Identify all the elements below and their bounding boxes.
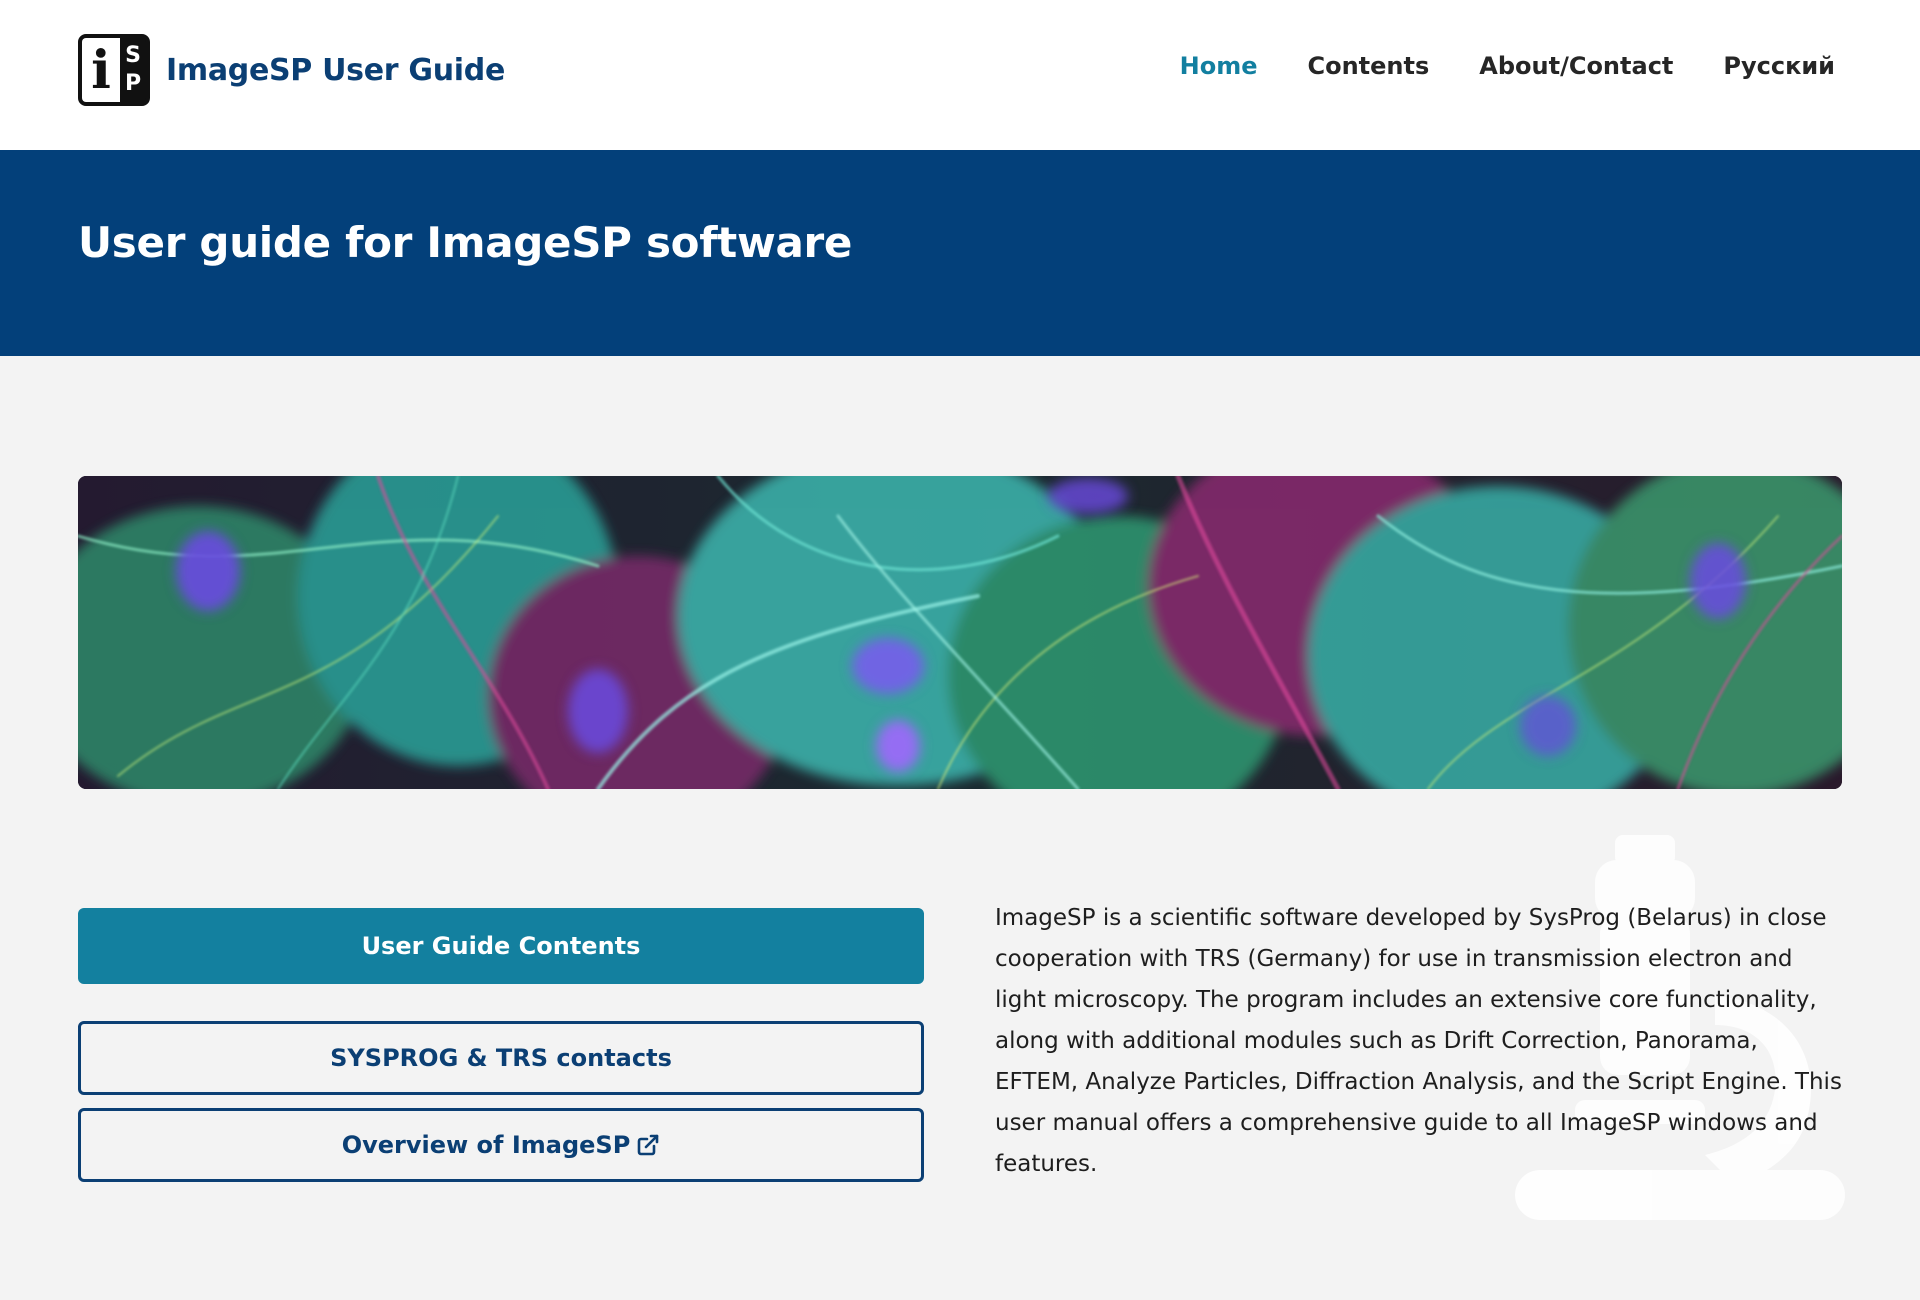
sysprog-trs-contacts-button[interactable]: SYSPROG & TRS contacts bbox=[78, 1021, 924, 1095]
user-guide-contents-label: User Guide Contents bbox=[361, 932, 641, 960]
logo-letter-i: i bbox=[82, 38, 120, 102]
imagesp-description: ImageSP is a scientific software develop… bbox=[995, 905, 1842, 1177]
title-banner: User guide for ImageSP software bbox=[0, 150, 1920, 356]
external-link-icon bbox=[636, 1133, 660, 1157]
main-nav: Home Contents About/Contact Русский bbox=[1180, 52, 1835, 80]
hero-artwork bbox=[78, 476, 1842, 789]
site-header: i S P ImageSP User Guide Home Contents A… bbox=[0, 0, 1920, 150]
hero-microscopy-image bbox=[78, 476, 1842, 789]
logo-letter-s: S bbox=[125, 43, 141, 68]
nav-russian[interactable]: Русский bbox=[1723, 52, 1835, 80]
isp-logo: i S P bbox=[78, 34, 150, 106]
overview-imagesp-button[interactable]: Overview of ImageSP bbox=[78, 1108, 924, 1182]
overview-imagesp-label: Overview of ImageSP bbox=[341, 1131, 631, 1159]
user-guide-contents-button[interactable]: User Guide Contents bbox=[78, 908, 924, 984]
nav-contents[interactable]: Contents bbox=[1307, 52, 1429, 80]
sysprog-trs-contacts-label: SYSPROG & TRS contacts bbox=[330, 1044, 672, 1072]
page-title: User guide for ImageSP software bbox=[78, 218, 853, 267]
site-title: ImageSP User Guide bbox=[166, 52, 506, 88]
nav-home[interactable]: Home bbox=[1180, 52, 1258, 80]
logo-letter-p: P bbox=[124, 71, 142, 96]
brand-link[interactable]: i S P ImageSP User Guide bbox=[78, 34, 505, 106]
nav-about-contact[interactable]: About/Contact bbox=[1479, 52, 1673, 80]
logo-letters-sp: S P bbox=[120, 38, 146, 102]
